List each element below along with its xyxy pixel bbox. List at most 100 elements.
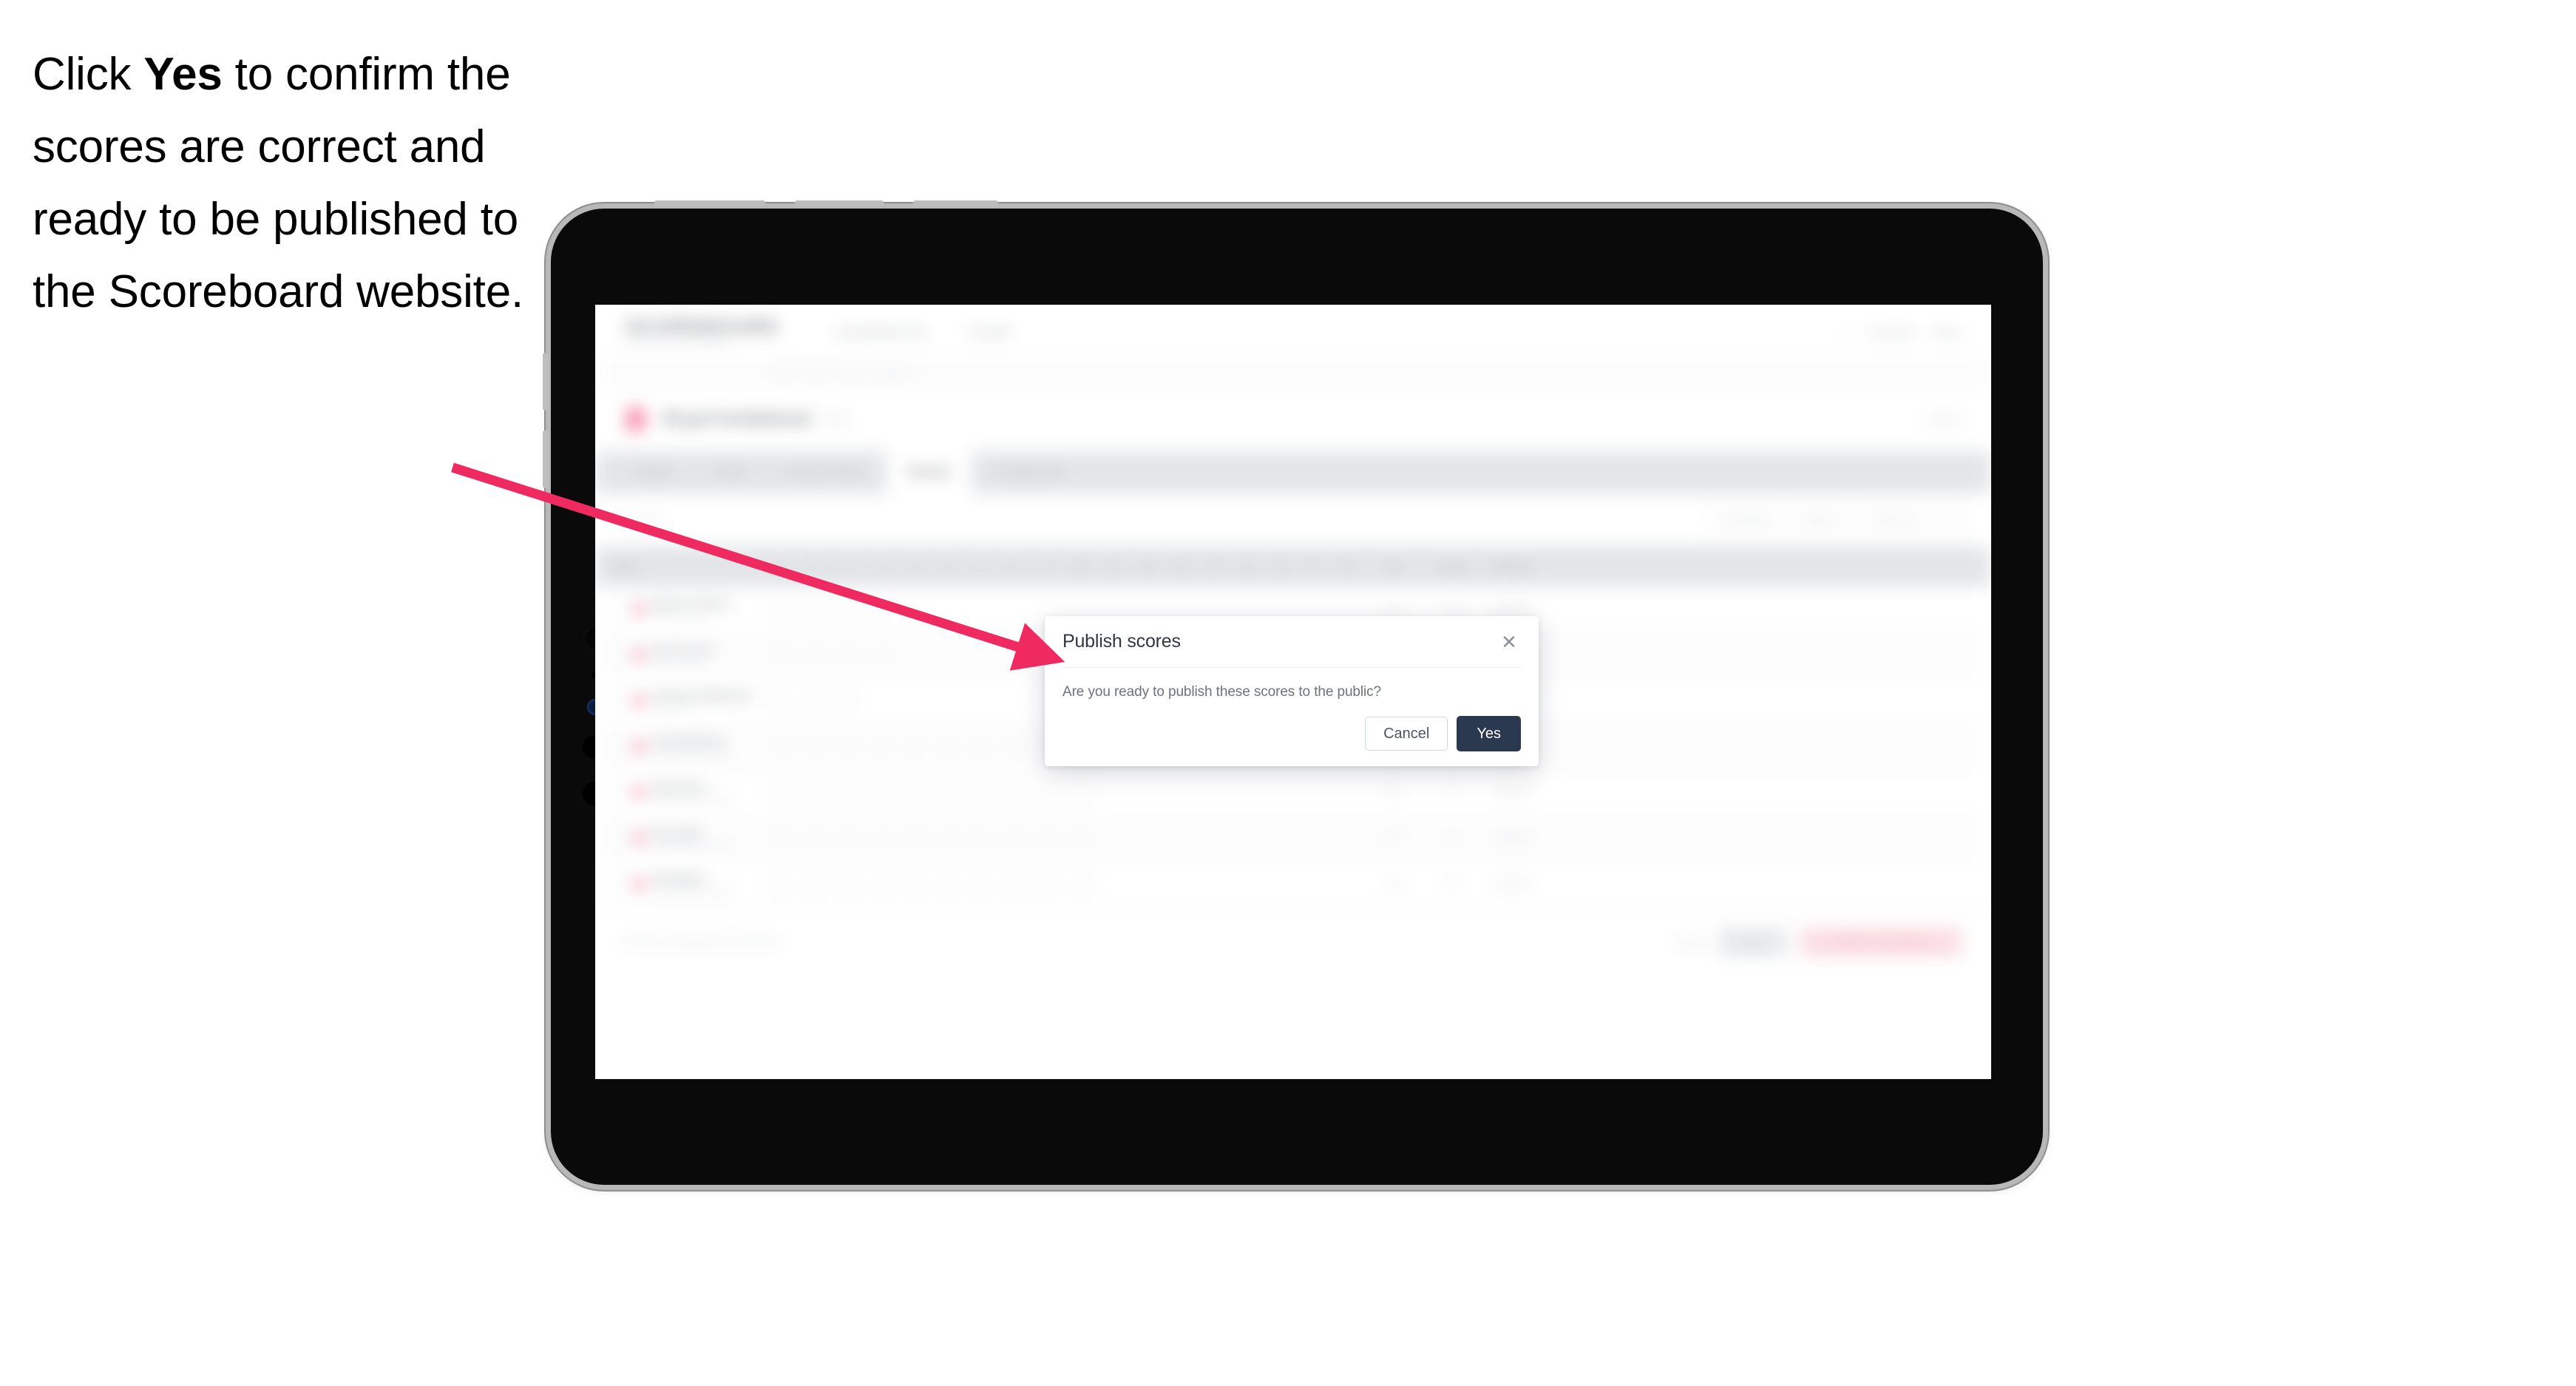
score-chip[interactable]: 4 bbox=[870, 734, 893, 761]
score-cell[interactable] bbox=[1198, 769, 1231, 816]
score-cell[interactable]: 4 bbox=[898, 723, 932, 770]
score-cell[interactable] bbox=[898, 632, 932, 678]
score-cell[interactable] bbox=[998, 677, 1031, 724]
score-chip[interactable]: 4 bbox=[803, 642, 827, 669]
power-button[interactable] bbox=[913, 200, 998, 206]
column-header-9[interactable]: 9 bbox=[1031, 547, 1065, 586]
score-cell[interactable]: 3 bbox=[832, 861, 865, 907]
score-cell[interactable]: 4 bbox=[799, 586, 832, 632]
column-header-4[interactable]: 4 bbox=[865, 547, 898, 586]
score-cell[interactable] bbox=[1131, 815, 1165, 862]
score-chip[interactable]: 4 bbox=[770, 825, 793, 853]
column-header-3[interactable]: 3 bbox=[832, 547, 865, 586]
column-header-15[interactable]: 15 bbox=[1231, 547, 1264, 586]
score-cell[interactable]: 4 bbox=[865, 632, 898, 678]
score-cell[interactable]: 4 bbox=[965, 815, 998, 862]
score-cell[interactable]: 4 bbox=[1065, 769, 1098, 816]
score-cell[interactable] bbox=[1298, 861, 1331, 907]
side-button-lower[interactable] bbox=[543, 430, 549, 488]
score-cell[interactable] bbox=[1131, 769, 1165, 816]
column-header-ranking[interactable]: Ranking bbox=[1482, 547, 1542, 586]
score-chip[interactable]: 4 bbox=[803, 688, 827, 715]
score-cell[interactable]: 4 bbox=[799, 769, 832, 816]
column-header-6[interactable]: 6 bbox=[932, 547, 965, 586]
score-cell[interactable]: 4 bbox=[898, 815, 932, 862]
score-cell[interactable] bbox=[1298, 769, 1331, 816]
column-header-player[interactable]: Player bbox=[595, 547, 765, 586]
score-cell[interactable] bbox=[965, 632, 998, 678]
score-chip[interactable]: 4 bbox=[1036, 871, 1060, 899]
score-cell[interactable] bbox=[1198, 815, 1231, 862]
score-cell[interactable]: 4 bbox=[1065, 815, 1098, 862]
score-cell[interactable]: 4 bbox=[765, 723, 799, 770]
score-cell[interactable]: 4 bbox=[898, 769, 932, 816]
score-chip[interactable]: 4 bbox=[1069, 871, 1093, 899]
score-chip[interactable]: 3 bbox=[836, 734, 860, 761]
score-cell[interactable] bbox=[1231, 815, 1264, 862]
score-cell[interactable]: 4 bbox=[765, 632, 799, 678]
score-cell[interactable] bbox=[1231, 861, 1264, 907]
column-header-17[interactable]: 17 bbox=[1298, 547, 1331, 586]
nav-link-menu[interactable]: Menu bbox=[1934, 326, 1960, 338]
score-chip[interactable]: 4 bbox=[969, 825, 993, 853]
column-header-18[interactable]: 18 bbox=[1331, 547, 1364, 586]
score-chip[interactable]: 4 bbox=[770, 734, 793, 761]
score-cell[interactable] bbox=[1198, 861, 1231, 907]
score-cell[interactable]: 4 bbox=[1065, 861, 1098, 907]
filter-pill-team-only[interactable]: Team only bbox=[1857, 504, 1926, 535]
score-chip[interactable]: 4 bbox=[803, 871, 827, 899]
score-chip[interactable]: 4 bbox=[969, 780, 993, 807]
score-cell[interactable]: 4 bbox=[799, 632, 832, 678]
breadcrumb[interactable]: Home / Events / Royal Invitational bbox=[595, 360, 1991, 387]
score-chip[interactable]: 3 bbox=[836, 871, 860, 899]
score-cell[interactable] bbox=[1331, 769, 1364, 816]
score-chip[interactable]: 4 bbox=[969, 871, 993, 899]
score-cell[interactable] bbox=[1131, 861, 1165, 907]
score-cell[interactable]: 3 bbox=[832, 632, 865, 678]
nav-link-scoreboard-hq[interactable]: Scoreboard HQ bbox=[837, 325, 924, 339]
table-row[interactable]: Elliot Hunt Scoreboard University 4 4 3 4 4 4 4 4… bbox=[595, 769, 1991, 816]
score-chip[interactable]: 3 bbox=[836, 688, 860, 715]
score-cell[interactable]: 3 bbox=[832, 677, 865, 724]
score-cell[interactable]: 4 bbox=[1031, 769, 1065, 816]
score-chip[interactable]: 4 bbox=[903, 734, 926, 761]
row-checkbox[interactable] bbox=[606, 646, 622, 663]
score-chip[interactable]: 4 bbox=[969, 734, 993, 761]
score-chip[interactable]: 4 bbox=[1003, 871, 1026, 899]
column-header-points[interactable]: Points bbox=[1423, 547, 1482, 586]
nav-link-events[interactable]: Events bbox=[972, 325, 1010, 339]
column-header-out[interactable]: Out bbox=[1364, 547, 1423, 586]
score-chip[interactable]: 4 bbox=[936, 734, 960, 761]
score-cell[interactable] bbox=[1264, 769, 1298, 816]
score-chip[interactable]: 4 bbox=[803, 734, 827, 761]
publish-to-scoreboard-button[interactable]: Publish to Scoreboard bbox=[1800, 927, 1962, 957]
score-cell[interactable] bbox=[932, 677, 965, 724]
reset-link[interactable]: Reset bbox=[1679, 936, 1706, 948]
score-chip[interactable]: 4 bbox=[803, 596, 827, 623]
row-checkbox[interactable] bbox=[606, 784, 622, 801]
score-cell[interactable]: 4 bbox=[998, 769, 1031, 816]
score-cell[interactable] bbox=[1231, 769, 1264, 816]
tab-results[interactable]: Results bbox=[885, 452, 973, 493]
score-cell[interactable]: 4 bbox=[898, 861, 932, 907]
score-cell[interactable]: 4 bbox=[865, 861, 898, 907]
score-cell[interactable] bbox=[932, 632, 965, 678]
score-cell[interactable]: 4 bbox=[765, 677, 799, 724]
score-chip[interactable]: 4 bbox=[936, 780, 960, 807]
row-checkbox[interactable] bbox=[606, 738, 622, 755]
score-cell[interactable]: 4 bbox=[799, 815, 832, 862]
score-chip[interactable]: 4 bbox=[1003, 825, 1026, 853]
score-cell[interactable] bbox=[1331, 815, 1364, 862]
score-cell[interactable]: 4 bbox=[998, 815, 1031, 862]
score-cell[interactable] bbox=[1165, 769, 1198, 816]
volume-up-button[interactable] bbox=[654, 200, 765, 206]
score-chip[interactable]: 4 bbox=[770, 871, 793, 899]
score-cell[interactable]: 4 bbox=[765, 861, 799, 907]
score-cell[interactable] bbox=[1165, 861, 1198, 907]
row-checkbox[interactable] bbox=[606, 692, 622, 709]
score-cell[interactable] bbox=[898, 586, 932, 632]
score-chip[interactable]: 4 bbox=[903, 825, 926, 853]
score-cell[interactable] bbox=[898, 677, 932, 724]
score-cell[interactable]: 4 bbox=[932, 861, 965, 907]
score-chip[interactable]: 3 bbox=[836, 780, 860, 807]
